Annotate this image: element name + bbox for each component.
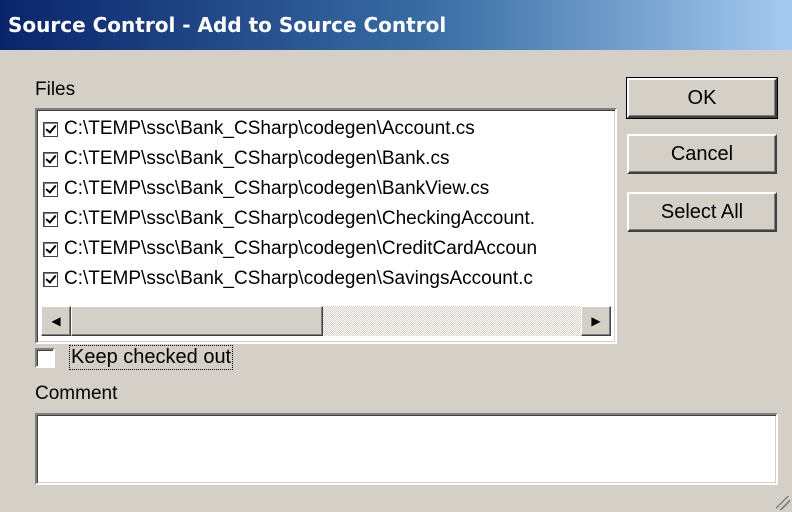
- file-list-item[interactable]: C:\TEMP\ssc\Bank_CSharp\codegen\Account.…: [43, 114, 603, 144]
- keep-checked-out-label[interactable]: Keep checked out: [69, 345, 234, 370]
- window-title: Source Control - Add to Source Control: [8, 13, 447, 37]
- file-checkbox[interactable]: [43, 181, 58, 197]
- file-path: C:\TEMP\ssc\Bank_CSharp\codegen\SavingsA…: [64, 268, 533, 289]
- file-path: C:\TEMP\ssc\Bank_CSharp\codegen\Account.…: [64, 118, 475, 139]
- file-path: C:\TEMP\ssc\Bank_CSharp\codegen\CreditCa…: [64, 238, 538, 259]
- right-arrow-icon[interactable]: ▶: [581, 306, 611, 336]
- comment-textarea[interactable]: [35, 413, 778, 485]
- cancel-button-label: Cancel: [670, 142, 734, 165]
- file-checkbox[interactable]: [43, 151, 58, 167]
- keep-checked-out-option[interactable]: Keep checked out: [35, 345, 234, 370]
- ok-button[interactable]: OK: [626, 77, 778, 119]
- horizontal-scrollbar[interactable]: ◀ ▶: [41, 306, 611, 336]
- cancel-button[interactable]: Cancel: [627, 134, 777, 174]
- file-checkbox[interactable]: [43, 121, 58, 137]
- file-path: C:\TEMP\ssc\Bank_CSharp\codegen\Checking…: [64, 208, 536, 229]
- resize-grip-icon[interactable]: [776, 496, 790, 510]
- file-list-item[interactable]: C:\TEMP\ssc\Bank_CSharp\codegen\Checking…: [43, 204, 603, 234]
- keep-checked-out-checkbox[interactable]: [35, 347, 55, 368]
- file-checkbox[interactable]: [43, 271, 58, 287]
- files-list[interactable]: C:\TEMP\ssc\Bank_CSharp\codegen\Account.…: [35, 108, 617, 344]
- file-path: C:\TEMP\ssc\Bank_CSharp\codegen\Bank.cs: [64, 148, 450, 169]
- select-all-button[interactable]: Select All: [627, 192, 777, 232]
- file-checkbox[interactable]: [43, 241, 58, 257]
- files-list-rows: C:\TEMP\ssc\Bank_CSharp\codegen\Account.…: [43, 114, 603, 300]
- window-title-bar[interactable]: Source Control - Add to Source Control: [0, 0, 792, 50]
- file-list-item[interactable]: C:\TEMP\ssc\Bank_CSharp\codegen\CreditCa…: [43, 234, 603, 264]
- comment-label: Comment: [35, 383, 118, 404]
- left-arrow-icon[interactable]: ◀: [41, 306, 71, 336]
- file-list-item[interactable]: C:\TEMP\ssc\Bank_CSharp\codegen\SavingsA…: [43, 264, 603, 294]
- scrollbar-thumb[interactable]: [71, 306, 323, 336]
- select-all-button-label: Select All: [660, 200, 744, 223]
- files-label: Files: [35, 79, 76, 100]
- file-checkbox[interactable]: [43, 211, 58, 227]
- file-list-item[interactable]: C:\TEMP\ssc\Bank_CSharp\codegen\BankView…: [43, 174, 603, 204]
- file-list-item[interactable]: C:\TEMP\ssc\Bank_CSharp\codegen\Bank.cs: [43, 144, 603, 174]
- file-path: C:\TEMP\ssc\Bank_CSharp\codegen\BankView…: [64, 178, 490, 199]
- ok-button-label: OK: [687, 86, 717, 109]
